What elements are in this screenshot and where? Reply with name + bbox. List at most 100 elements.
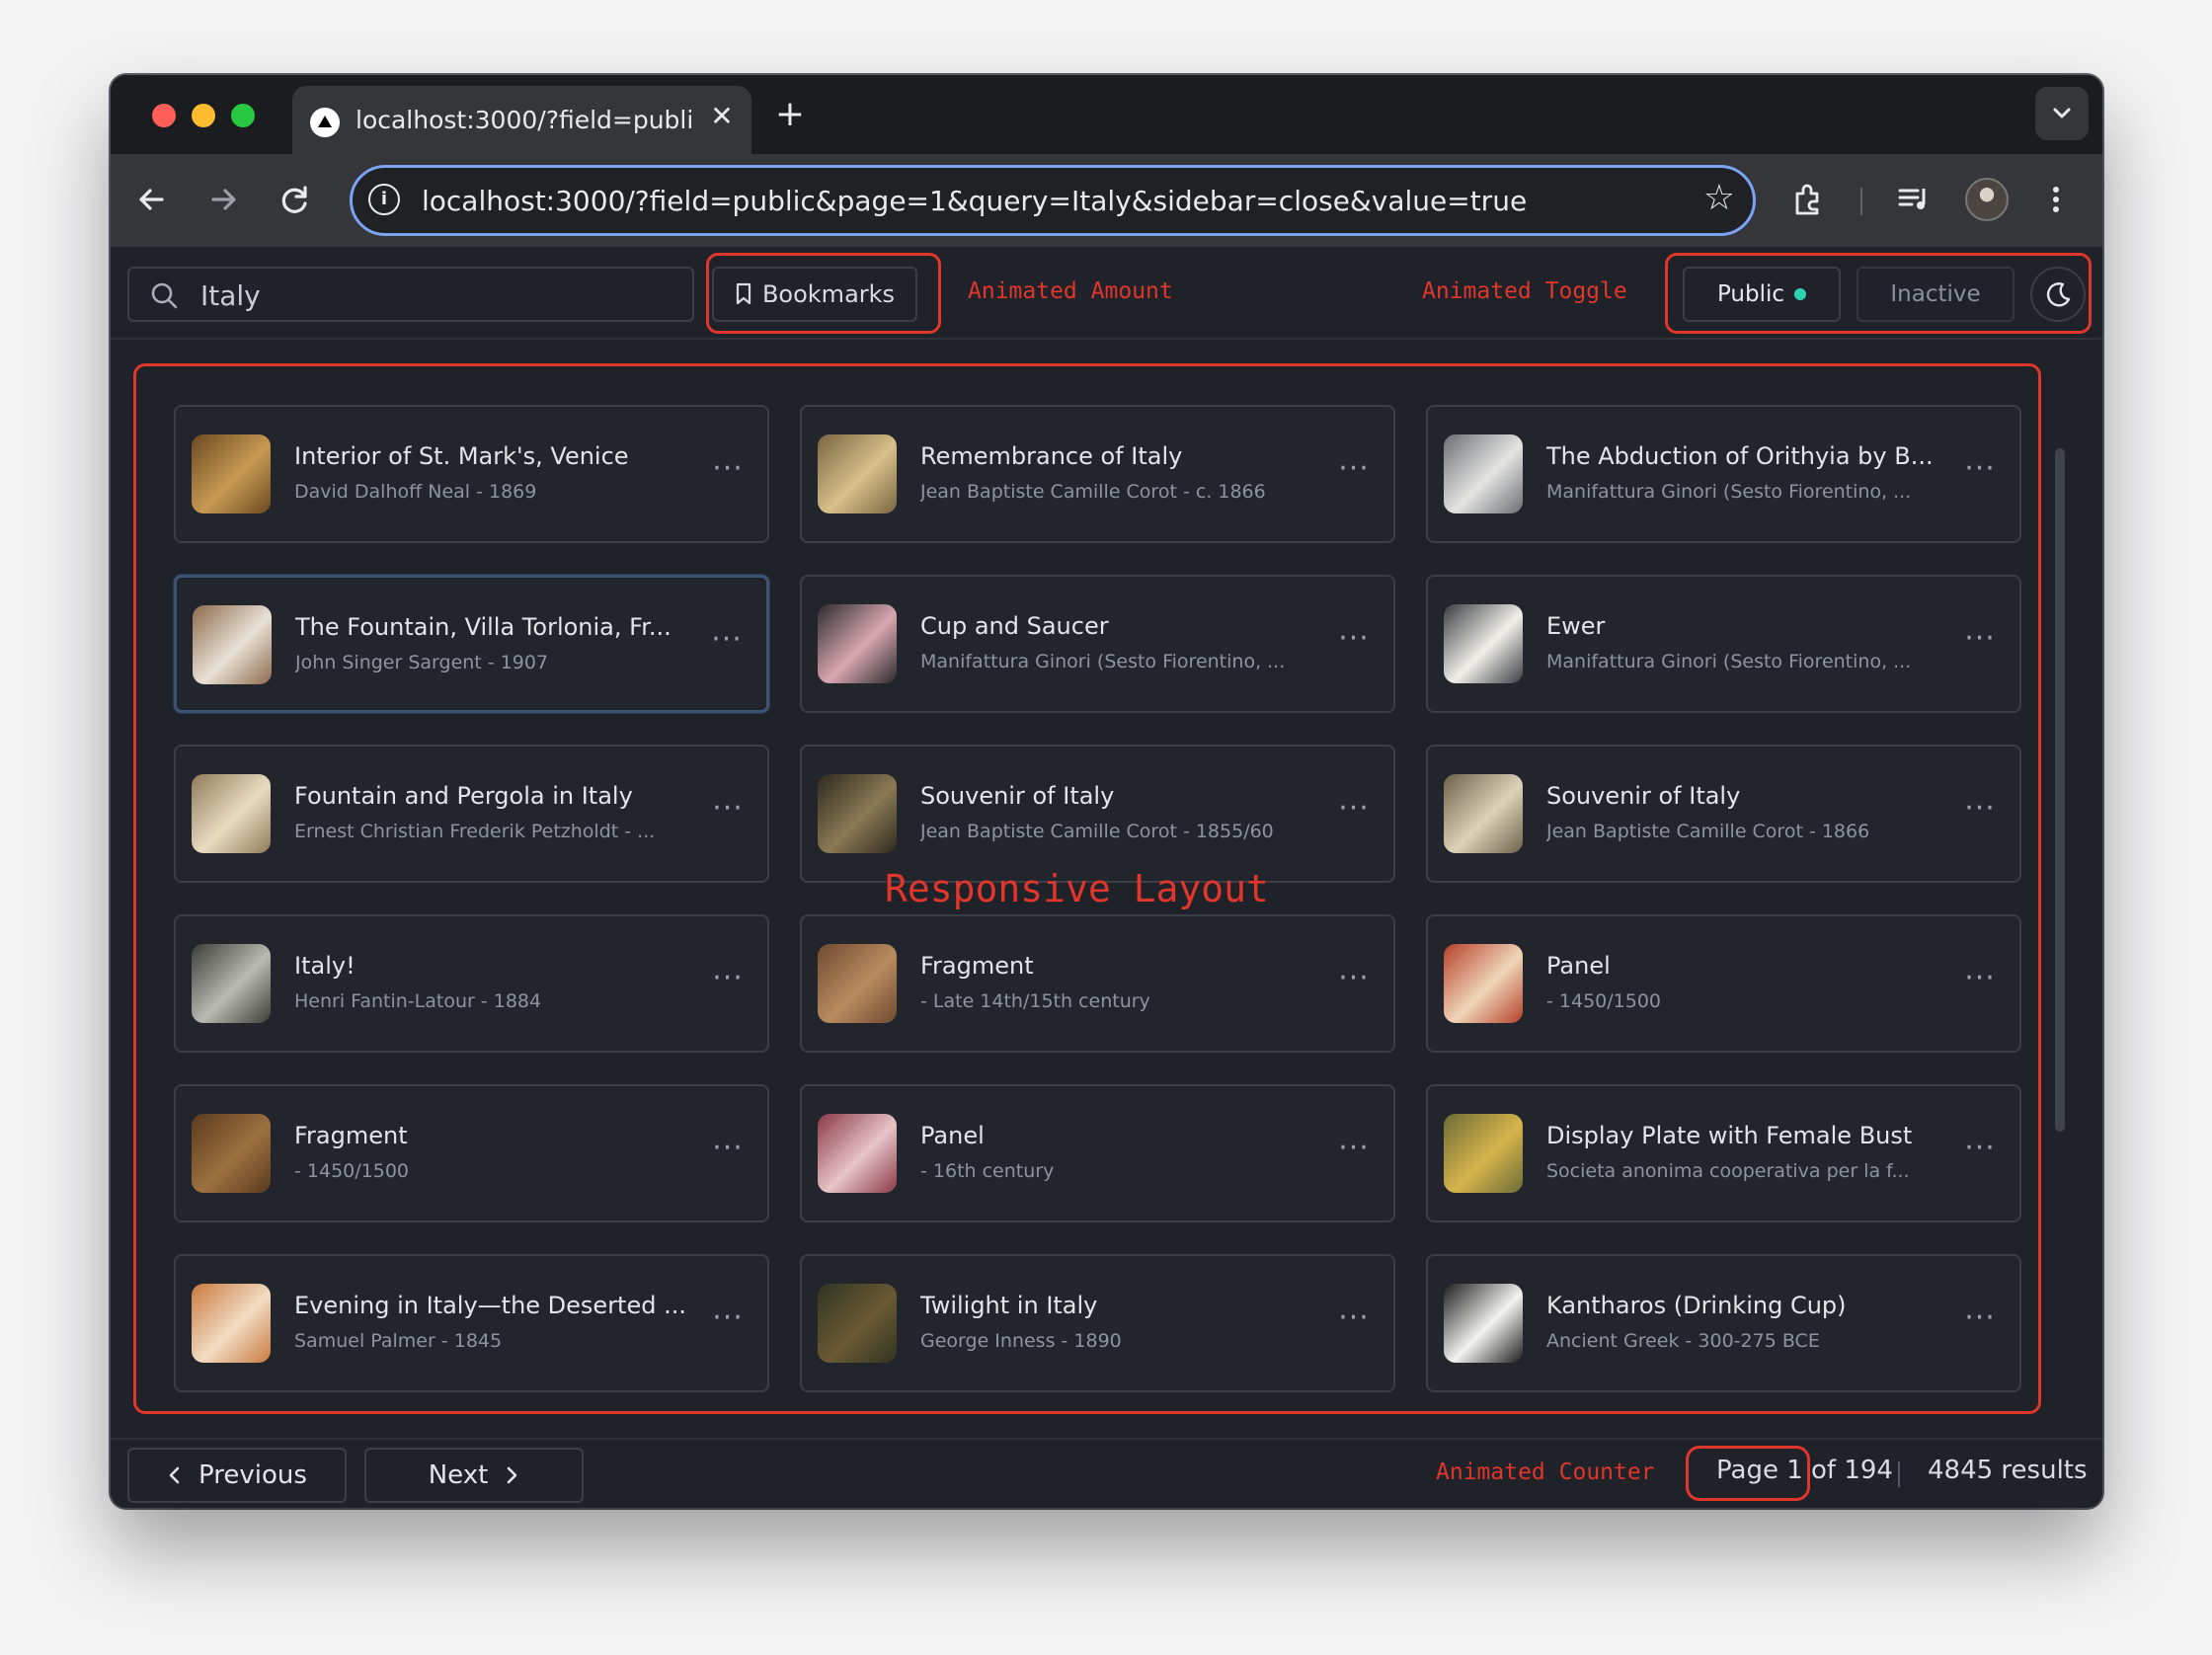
- bookmarks-button[interactable]: Bookmarks: [712, 267, 917, 322]
- artwork-title: Fragment: [294, 1122, 408, 1149]
- artwork-subtitle: John Singer Sargent - 1907: [295, 652, 549, 673]
- bookmark-star-icon[interactable]: ☆: [1703, 178, 1735, 218]
- artwork-card[interactable]: Fountain and Pergola in Italy Ernest Chri…: [174, 745, 769, 883]
- url-text[interactable]: localhost:3000/?field=public&page=1&quer…: [422, 185, 1527, 217]
- more-options-icon[interactable]: ···: [1334, 1303, 1374, 1343]
- artwork-card[interactable]: Souvenir of Italy Jean Baptiste Camille C…: [800, 745, 1395, 883]
- forward-arrow-icon[interactable]: [198, 174, 249, 225]
- more-options-icon[interactable]: ···: [1960, 964, 2000, 1003]
- artwork-card[interactable]: Twilight in Italy George Inness - 1890 ···: [800, 1254, 1395, 1392]
- page-counter: Page 1 of 194: [1716, 1456, 1893, 1485]
- artwork-card[interactable]: Italy! Henri Fantin-Latour - 1884 ···: [174, 914, 769, 1053]
- artwork-subtitle: Manifattura Ginori (Sesto Fiorentino, ..…: [920, 651, 1286, 672]
- artwork-card[interactable]: Souvenir of Italy Jean Baptiste Camille C…: [1426, 745, 2021, 883]
- artwork-card[interactable]: Interior of St. Mark's, Venice David Dalh…: [174, 405, 769, 543]
- reload-icon[interactable]: [269, 174, 320, 225]
- scrollbar-thumb[interactable]: [2055, 448, 2065, 1132]
- inactive-label: Inactive: [1890, 281, 1981, 307]
- artwork-title: Fragment: [920, 952, 1034, 980]
- theme-toggle-button[interactable]: [2030, 267, 2086, 322]
- address-bar[interactable]: i localhost:3000/?field=public&page=1&qu…: [350, 165, 1756, 236]
- app-header: Bookmarks Animated Amount Animated Toggl…: [111, 247, 2102, 340]
- previous-label: Previous: [198, 1460, 307, 1490]
- inactive-toggle-button[interactable]: Inactive: [1856, 267, 2014, 322]
- artwork-card[interactable]: Panel - 1450/1500 ···: [1426, 914, 2021, 1053]
- artwork-thumbnail: [1444, 604, 1523, 683]
- more-options-icon[interactable]: ···: [1334, 1134, 1374, 1173]
- close-tab-icon[interactable]: ✕: [705, 100, 739, 133]
- more-options-icon[interactable]: ···: [708, 454, 748, 494]
- browser-menu-icon[interactable]: [2030, 174, 2082, 225]
- more-options-icon[interactable]: ···: [708, 964, 748, 1003]
- more-options-icon[interactable]: ···: [708, 1134, 748, 1173]
- chevron-right-icon: [507, 1466, 517, 1484]
- artwork-card[interactable]: The Fountain, Villa Torlonia, Fr... John …: [174, 575, 769, 713]
- artwork-card[interactable]: Fragment - Late 14th/15th century ···: [800, 914, 1395, 1053]
- search-box[interactable]: [127, 267, 694, 322]
- artwork-card[interactable]: Remembrance of Italy Jean Baptiste Camill…: [800, 405, 1395, 543]
- artwork-title: Display Plate with Female Bust: [1546, 1122, 1913, 1149]
- site-info-icon[interactable]: i: [368, 184, 400, 215]
- public-toggle-button[interactable]: Public: [1683, 267, 1841, 322]
- artwork-subtitle: Manifattura Ginori (Sesto Fiorentino, ..…: [1546, 651, 1912, 672]
- more-options-icon[interactable]: ···: [707, 625, 747, 665]
- artwork-subtitle: David Dalhoff Neal - 1869: [294, 481, 537, 503]
- more-options-icon[interactable]: ···: [1334, 794, 1374, 833]
- media-controls-icon[interactable]: [1888, 174, 1939, 225]
- artwork-card[interactable]: Ewer Manifattura Ginori (Sesto Fiorentino…: [1426, 575, 2021, 713]
- more-options-icon[interactable]: ···: [708, 794, 748, 833]
- artwork-card[interactable]: Evening in Italy—the Deserted ... Samuel …: [174, 1254, 769, 1392]
- artwork-thumbnail: [1444, 434, 1523, 513]
- next-page-button[interactable]: Next: [364, 1448, 584, 1503]
- artwork-thumbnail: [818, 1284, 897, 1363]
- close-window-button[interactable]: [152, 104, 176, 127]
- toolbar-divider: [1860, 188, 1862, 215]
- previous-page-button[interactable]: Previous: [127, 1448, 347, 1503]
- artwork-thumbnail: [1444, 1114, 1523, 1193]
- artwork-card[interactable]: Kantharos (Drinking Cup) Ancient Greek - …: [1426, 1254, 2021, 1392]
- artwork-thumbnail: [1444, 774, 1523, 853]
- browser-tab[interactable]: localhost:3000/?field=public& ✕: [292, 86, 751, 154]
- artwork-title: Ewer: [1546, 612, 1606, 640]
- footer-divider: [1898, 1461, 1900, 1487]
- more-options-icon[interactable]: ···: [1960, 624, 2000, 664]
- artwork-card[interactable]: Cup and Saucer Manifattura Ginori (Sesto …: [800, 575, 1395, 713]
- scrollbar[interactable]: [2052, 371, 2066, 1406]
- next-label: Next: [428, 1460, 489, 1490]
- artwork-title: Evening in Italy—the Deserted ...: [294, 1292, 686, 1319]
- more-options-icon[interactable]: ···: [1960, 1303, 2000, 1343]
- artwork-subtitle: Ernest Christian Frederik Petzholdt - ..…: [294, 821, 656, 842]
- artwork-thumbnail: [192, 944, 271, 1023]
- artwork-card[interactable]: Panel - 16th century ···: [800, 1084, 1395, 1222]
- artwork-card[interactable]: The Abduction of Orithyia by B... Manifat…: [1426, 405, 2021, 543]
- more-options-icon[interactable]: ···: [708, 1303, 748, 1343]
- artwork-thumbnail: [818, 944, 897, 1023]
- more-options-icon[interactable]: ···: [1334, 624, 1374, 664]
- artwork-thumbnail: [818, 1114, 897, 1193]
- bookmarks-label: Bookmarks: [761, 280, 896, 308]
- more-options-icon[interactable]: ···: [1334, 964, 1374, 1003]
- tab-search-button[interactable]: [2035, 87, 2089, 140]
- maximize-window-button[interactable]: [231, 104, 255, 127]
- back-arrow-icon[interactable]: [126, 174, 178, 225]
- extensions-icon[interactable]: [1783, 174, 1835, 225]
- more-options-icon[interactable]: ···: [1334, 454, 1374, 494]
- profile-avatar[interactable]: [1965, 178, 2009, 221]
- artwork-thumbnail: [818, 434, 897, 513]
- artwork-card[interactable]: Display Plate with Female Bust Societa an…: [1426, 1084, 2021, 1222]
- artwork-thumbnail: [193, 605, 272, 684]
- new-tab-button[interactable]: +: [770, 95, 810, 134]
- artwork-subtitle: - Late 14th/15th century: [920, 990, 1150, 1012]
- artwork-subtitle: Henri Fantin-Latour - 1884: [294, 990, 542, 1012]
- pagination-footer: Previous Next Animated Counter Page 1 of…: [111, 1438, 2102, 1508]
- artwork-thumbnail: [192, 1114, 271, 1193]
- minimize-window-button[interactable]: [192, 104, 215, 127]
- more-options-icon[interactable]: ···: [1960, 1134, 2000, 1173]
- artwork-card[interactable]: Fragment - 1450/1500 ···: [174, 1084, 769, 1222]
- more-options-icon[interactable]: ···: [1960, 794, 2000, 833]
- artwork-title: Souvenir of Italy: [1546, 782, 1741, 810]
- annotation-animated-amount: Animated Amount: [968, 278, 1173, 304]
- search-input[interactable]: [200, 278, 674, 312]
- favicon-icon: [310, 108, 340, 137]
- more-options-icon[interactable]: ···: [1960, 454, 2000, 494]
